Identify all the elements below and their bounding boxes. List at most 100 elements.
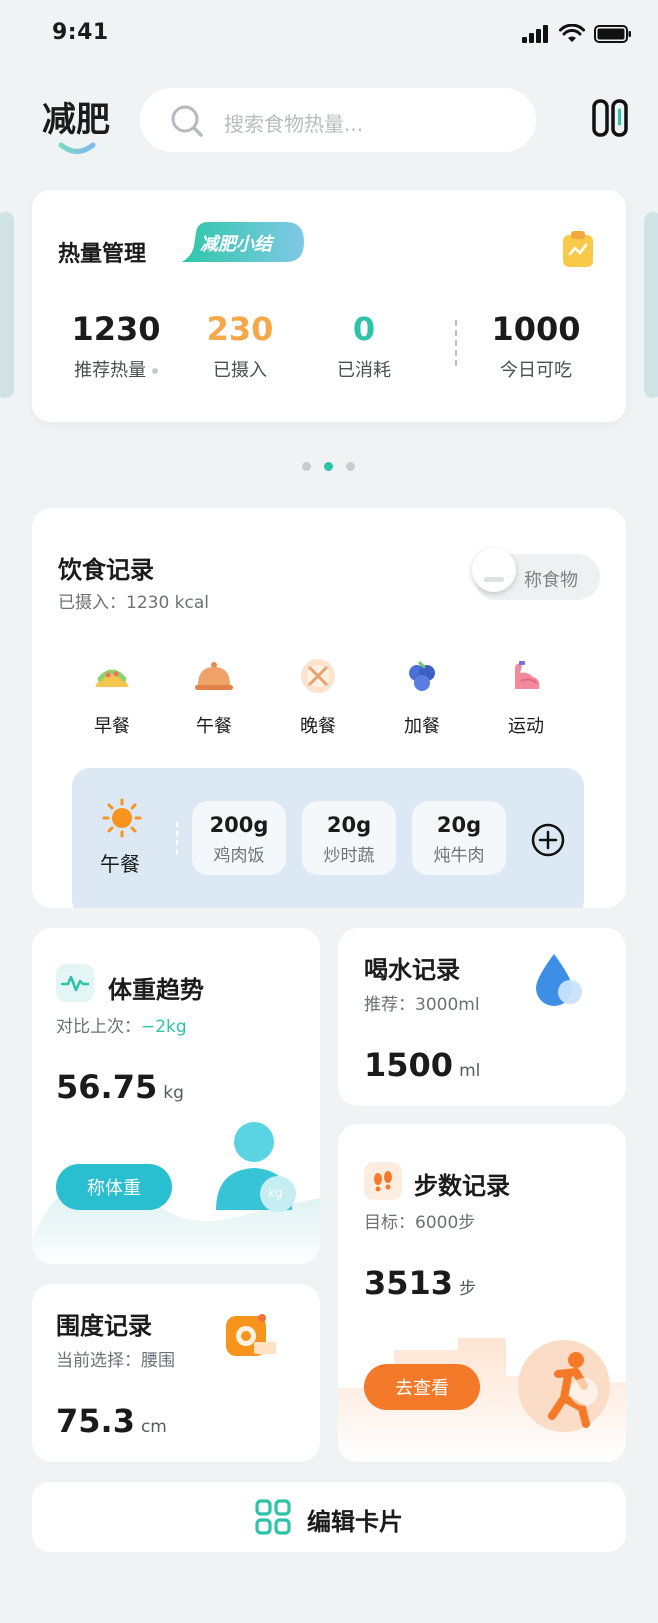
meal-label: 午餐 bbox=[196, 716, 232, 737]
calorie-card-title: 热量管理 bbox=[58, 242, 147, 267]
view-steps-button[interactable]: 去查看 bbox=[364, 1364, 480, 1410]
status-time: 9:41 bbox=[52, 20, 109, 45]
meal-lunch[interactable]: 午餐 bbox=[174, 656, 254, 738]
diet-subtitle: 已摄入：1230 kcal bbox=[58, 593, 209, 613]
weight-value: 56.75 bbox=[56, 1068, 158, 1106]
meal-exercise[interactable]: 运动 bbox=[486, 656, 566, 738]
add-food-icon[interactable] bbox=[530, 822, 566, 858]
steps-value-row: 3513 步 bbox=[364, 1264, 476, 1302]
meal-snack[interactable]: 加餐 bbox=[382, 656, 462, 738]
food-name: 炒时蔬 bbox=[323, 846, 375, 866]
food-chip[interactable]: 200g 鸡肉饭 bbox=[192, 801, 286, 875]
tape-measure-icon bbox=[226, 1314, 276, 1356]
status-icons bbox=[522, 24, 632, 44]
food-name: 鸡肉饭 bbox=[213, 846, 265, 866]
carousel-next-card[interactable] bbox=[644, 212, 658, 398]
food-weight: 20g bbox=[436, 813, 482, 837]
scale-knob-icon bbox=[472, 548, 516, 592]
carousel-indicator bbox=[302, 462, 355, 471]
meal-label: 早餐 bbox=[94, 716, 130, 737]
carousel-dot[interactable] bbox=[346, 462, 355, 471]
brand-title: 减肥 bbox=[42, 100, 110, 140]
water-unit: ml bbox=[459, 1061, 481, 1081]
scan-icon[interactable] bbox=[592, 98, 628, 138]
current-meal-label: 午餐 bbox=[100, 852, 140, 876]
water-value-row: 1500 ml bbox=[364, 1046, 480, 1084]
sun-icon bbox=[102, 798, 142, 838]
girth-title: 围度记录 bbox=[56, 1312, 152, 1340]
grid-icon bbox=[255, 1499, 291, 1535]
signal-icon bbox=[522, 25, 548, 43]
food-chip[interactable]: 20g 炒时蔬 bbox=[302, 801, 396, 875]
stat-value: 1000 bbox=[491, 310, 581, 348]
girth-unit: cm bbox=[140, 1417, 167, 1437]
steps-subtitle: 目标：6000步 bbox=[364, 1213, 476, 1233]
blueberry-icon bbox=[409, 661, 435, 691]
search-placeholder: 搜索食物热量... bbox=[224, 112, 364, 136]
steps-record-card[interactable]: 步数记录 目标：6000步 3513 步 去查看 bbox=[338, 1124, 626, 1462]
food-name: 炖牛肉 bbox=[433, 846, 485, 866]
meal-label: 晚餐 bbox=[300, 716, 336, 737]
calorie-card[interactable]: 热量管理 减肥小结 1230 推荐热量 230 已摄入 0 已消耗 1000 今… bbox=[32, 190, 626, 422]
meal-label: 加餐 bbox=[404, 716, 440, 737]
weight-trend-card[interactable]: 体重趋势 对比上次：−2kg 56.75 kg kg 称体重 bbox=[32, 928, 320, 1264]
stat-label: 已消耗 bbox=[337, 360, 391, 381]
stat-value: 230 bbox=[206, 310, 274, 348]
girth-subtitle: 当前选择：腰围 bbox=[56, 1351, 175, 1371]
edit-cards-button[interactable]: 编辑卡片 bbox=[32, 1482, 626, 1552]
stat-recommended: 1230 推荐热量 bbox=[46, 310, 186, 382]
stat-label: 已摄入 bbox=[213, 360, 267, 381]
water-title: 喝水记录 bbox=[364, 956, 460, 984]
summary-tag[interactable]: 减肥小结 bbox=[182, 222, 304, 262]
weight-value-row: 56.75 kg bbox=[56, 1068, 184, 1106]
weigh-food-label: 称食物 bbox=[524, 570, 578, 591]
wifi-icon bbox=[559, 24, 585, 42]
steps-title: 步数记录 bbox=[414, 1172, 510, 1200]
girth-value: 75.3 bbox=[56, 1402, 135, 1440]
weight-title: 体重趋势 bbox=[108, 976, 204, 1004]
meal-divider bbox=[176, 822, 178, 856]
meal-breakfast[interactable]: 早餐 bbox=[72, 656, 152, 738]
food-weight: 20g bbox=[326, 813, 372, 837]
report-clipboard-icon[interactable] bbox=[562, 230, 594, 268]
water-drop-icon bbox=[536, 954, 582, 1006]
plate-cutlery-icon bbox=[301, 659, 335, 693]
carousel-prev-card[interactable] bbox=[0, 212, 14, 398]
weight-unit: kg bbox=[163, 1083, 184, 1103]
summary-tag-label: 减肥小结 bbox=[200, 234, 272, 255]
food-chip[interactable]: 20g 炖牛肉 bbox=[412, 801, 506, 875]
steps-unit: 步 bbox=[459, 1279, 477, 1299]
steps-value: 3513 bbox=[364, 1264, 454, 1302]
search-icon bbox=[171, 105, 203, 137]
girth-record-card[interactable]: 围度记录 当前选择：腰围 75.3 cm bbox=[32, 1284, 320, 1462]
weigh-button[interactable]: 称体重 bbox=[56, 1164, 172, 1210]
pulse-icon bbox=[56, 964, 94, 1002]
stat-label: 今日可吃 bbox=[500, 360, 572, 381]
weight-compare-value: −2kg bbox=[141, 1017, 187, 1037]
stat-intake: 230 已摄入 bbox=[170, 310, 310, 382]
stat-value: 0 bbox=[352, 310, 376, 348]
water-subtitle: 推荐：3000ml bbox=[364, 995, 480, 1015]
stat-divider bbox=[455, 320, 457, 368]
carousel-dot[interactable] bbox=[302, 462, 311, 471]
battery-icon bbox=[594, 25, 631, 43]
weigh-food-toggle[interactable]: 称食物 bbox=[472, 548, 600, 600]
diet-record-card[interactable]: 饮食记录 已摄入：1230 kcal 称食物 早餐 午餐 晚餐 加餐 运动 午餐… bbox=[32, 508, 626, 908]
diet-title: 饮食记录 bbox=[58, 556, 154, 584]
meal-dinner[interactable]: 晚餐 bbox=[278, 656, 358, 738]
stat-value: 1230 bbox=[71, 310, 161, 348]
current-meal-panel[interactable]: 午餐 200g 鸡肉饭 20g 炒时蔬 20g 炖牛肉 bbox=[72, 768, 584, 908]
stat-burned: 0 已消耗 bbox=[294, 310, 434, 382]
water-record-card[interactable]: 喝水记录 推荐：3000ml 1500 ml bbox=[338, 928, 626, 1106]
cloche-icon bbox=[195, 662, 233, 690]
food-weight: 200g bbox=[209, 813, 269, 837]
girth-value-row: 75.3 cm bbox=[56, 1402, 167, 1440]
person-scale-icon bbox=[216, 1122, 296, 1212]
muscle-arm-icon bbox=[515, 661, 540, 689]
weight-compare: 对比上次：−2kg bbox=[56, 1017, 187, 1037]
stat-remaining: 1000 今日可吃 bbox=[466, 310, 606, 382]
carousel-dot-active[interactable] bbox=[324, 462, 333, 471]
search-input[interactable]: 搜索食物热量... bbox=[140, 88, 536, 152]
kg-badge: kg bbox=[268, 1186, 283, 1200]
edit-cards-label: 编辑卡片 bbox=[307, 1508, 403, 1536]
